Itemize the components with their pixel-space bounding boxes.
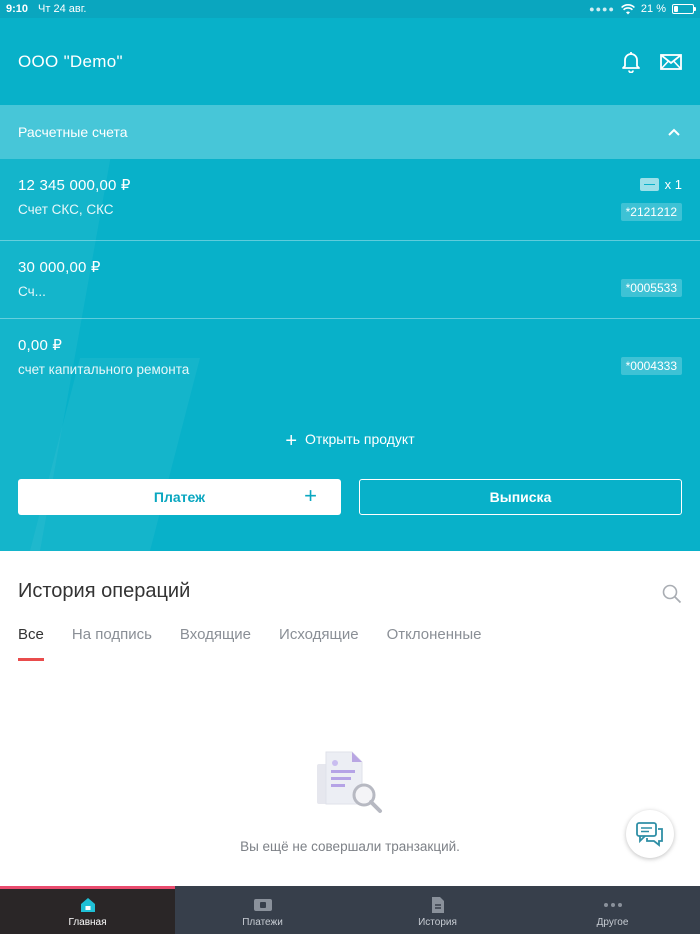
chat-icon bbox=[636, 822, 663, 847]
tab-to-sign[interactable]: На подпись bbox=[72, 626, 152, 662]
account-number: *0005533 bbox=[620, 279, 682, 297]
card-count: x 1 bbox=[664, 177, 682, 192]
battery-percent: 21 % bbox=[640, 3, 666, 15]
account-cards: x 1 bbox=[639, 177, 682, 192]
nav-payments[interactable]: Платежи bbox=[175, 886, 350, 934]
open-product-button[interactable]: + Открыть продукт bbox=[0, 430, 700, 453]
status-date: Чт 24 авг. bbox=[38, 3, 87, 15]
plus-icon: + bbox=[285, 430, 298, 452]
history-tabs: Все На подпись Входящие Исходящие Отклон… bbox=[18, 626, 509, 662]
signal-icon: ●●●● bbox=[589, 4, 615, 14]
account-balance: 30 000,00 ₽ bbox=[18, 259, 101, 276]
nav-more-label: Другое bbox=[596, 917, 629, 928]
account-name: Сч... bbox=[18, 284, 46, 299]
company-name: ООО "Demo" bbox=[18, 51, 123, 71]
history-title: История операций bbox=[18, 580, 191, 602]
tab-rejected[interactable]: Отклоненные bbox=[387, 626, 482, 662]
card-icon bbox=[639, 178, 659, 191]
battery-fill bbox=[674, 6, 678, 12]
account-balance: 12 345 000,00 ₽ bbox=[18, 177, 131, 194]
app-header: ООО "Demo" bbox=[0, 18, 700, 105]
search-icon[interactable] bbox=[662, 584, 682, 604]
wallet-icon bbox=[253, 896, 273, 914]
status-bar: 9:10 Чт 24 авг. ●●●● 21 % bbox=[0, 0, 700, 18]
payment-label: Платеж bbox=[153, 489, 206, 505]
more-icon bbox=[603, 896, 623, 914]
messages-button[interactable] bbox=[660, 51, 682, 73]
document-search-icon bbox=[317, 751, 382, 813]
nav-history-label: История bbox=[418, 917, 457, 928]
bottom-nav: Главная Платежи История Другое bbox=[0, 886, 700, 934]
chevron-up-icon bbox=[668, 128, 680, 136]
empty-state-text: Вы ещё не совершали транзакций. bbox=[240, 839, 460, 854]
nav-home-label: Главная bbox=[68, 917, 107, 928]
tab-outgoing[interactable]: Исходящие bbox=[279, 626, 359, 662]
account-name: Счет СКС, СКС bbox=[18, 202, 114, 217]
document-icon bbox=[428, 896, 448, 914]
accounts-section-header[interactable]: Расчетные счета bbox=[0, 105, 700, 159]
account-balance: 0,00 ₽ bbox=[18, 337, 63, 354]
statement-label: Выписка bbox=[489, 489, 552, 505]
accounts-section-title: Расчетные счета bbox=[18, 124, 128, 140]
payment-button[interactable]: Платеж + bbox=[18, 479, 341, 515]
nav-history[interactable]: История bbox=[350, 886, 525, 934]
home-icon bbox=[78, 896, 98, 914]
account-item[interactable]: 0,00 ₽ счет капитального ремонта *000433… bbox=[0, 319, 700, 396]
notifications-button[interactable] bbox=[620, 51, 642, 73]
account-number: *2121212 bbox=[620, 203, 682, 221]
plus-icon: + bbox=[304, 483, 317, 508]
chat-button[interactable] bbox=[626, 810, 674, 858]
account-number: *0004333 bbox=[620, 357, 682, 375]
statement-button[interactable]: Выписка bbox=[359, 479, 682, 515]
battery-icon bbox=[672, 4, 696, 14]
account-item[interactable]: 30 000,00 ₽ Сч... *0005533 bbox=[0, 241, 700, 318]
account-item[interactable]: 12 345 000,00 ₽ Счет СКС, СКС x 1 *21212… bbox=[0, 159, 700, 240]
tab-incoming[interactable]: Входящие bbox=[180, 626, 251, 662]
tab-all[interactable]: Все bbox=[18, 626, 44, 662]
nav-more[interactable]: Другое bbox=[525, 886, 700, 934]
wifi-icon bbox=[620, 3, 635, 14]
nav-home[interactable]: Главная bbox=[0, 886, 175, 934]
account-name: счет капитального ремонта bbox=[18, 362, 190, 377]
bell-icon bbox=[622, 51, 640, 73]
envelope-icon bbox=[660, 53, 682, 70]
open-product-label: Открыть продукт bbox=[305, 431, 415, 447]
status-time: 9:10 bbox=[6, 3, 29, 15]
nav-payments-label: Платежи bbox=[242, 917, 283, 928]
accounts-panel: ООО "Demo" Расчетные счета 12 345 000,00… bbox=[0, 18, 700, 551]
